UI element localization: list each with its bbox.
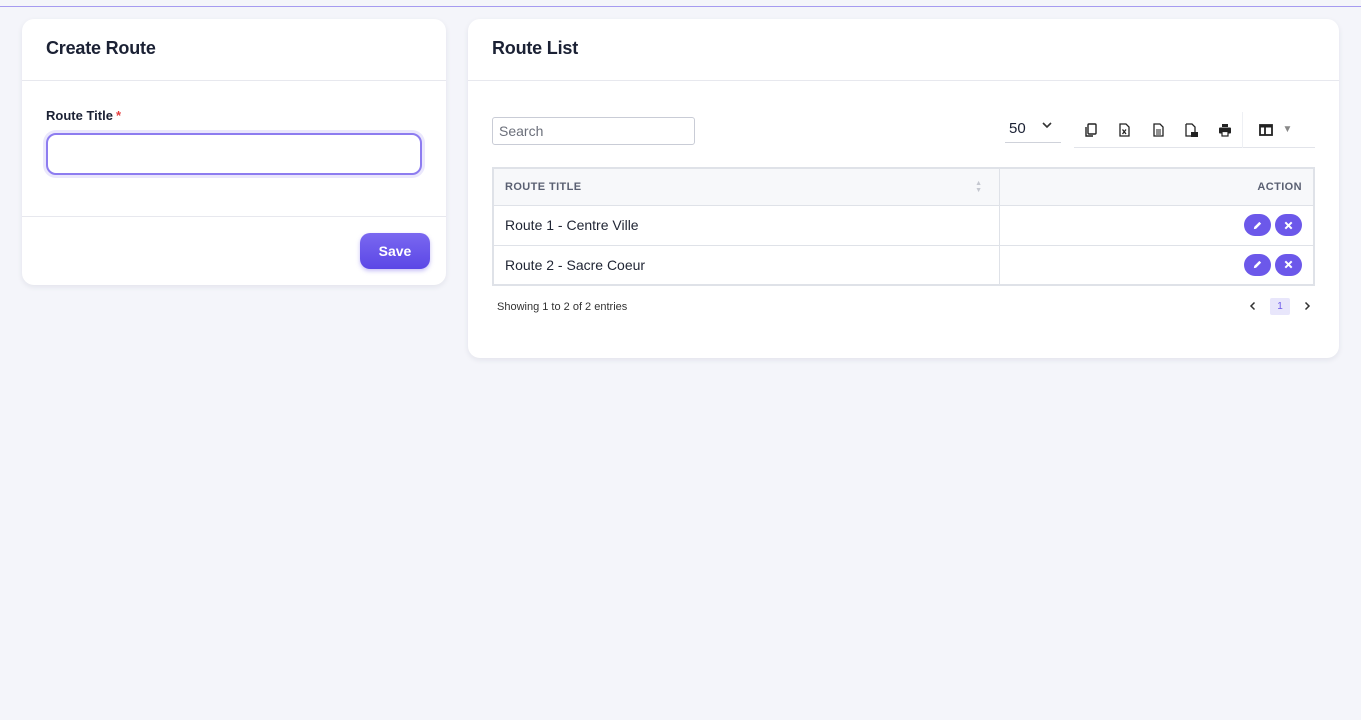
print-icon — [1218, 123, 1231, 137]
excel-button[interactable] — [1108, 112, 1142, 148]
delete-button[interactable] — [1275, 253, 1302, 276]
close-icon — [1284, 221, 1293, 229]
route-list-card: Route List 50 ▼ — [468, 19, 1339, 358]
pencil-icon — [1253, 261, 1262, 269]
chevron-left-icon — [1249, 301, 1256, 311]
edit-button[interactable] — [1244, 253, 1271, 276]
column-header-route-title[interactable]: ROUTE TITLE ▲ ▼ — [492, 167, 1000, 206]
chevron-down-icon — [1041, 119, 1053, 134]
action-cell — [998, 244, 1315, 286]
caret-down-icon: ▼ — [1282, 124, 1293, 135]
search-input[interactable] — [492, 117, 695, 145]
page-size-select[interactable]: 50 — [1005, 115, 1061, 143]
route-title-label: Route Title * — [46, 108, 121, 123]
table-header-row: ROUTE TITLE ▲ ▼ ACTION — [492, 167, 1315, 206]
export-toolbar: ▼ — [1074, 111, 1315, 148]
pagination: 1 — [1246, 297, 1314, 315]
create-route-form: Route Title * — [22, 81, 446, 217]
route-title-input[interactable] — [46, 133, 422, 175]
column-header-action: ACTION — [998, 167, 1315, 206]
edit-button[interactable] — [1244, 214, 1271, 236]
copy-icon — [1085, 122, 1097, 137]
column-visibility-button[interactable]: ▼ — [1241, 111, 1309, 148]
csv-button[interactable] — [1141, 112, 1175, 148]
action-cell — [998, 204, 1315, 246]
save-button[interactable]: Save — [360, 233, 430, 269]
create-route-header: Create Route — [22, 19, 446, 81]
table-row: Route 1 - Centre Ville — [492, 204, 1315, 246]
page-button-current[interactable]: 1 — [1270, 297, 1290, 315]
excel-icon — [1119, 122, 1130, 137]
create-route-card: Create Route Route Title * Save — [22, 19, 446, 285]
table-row: Route 2 - Sacre Coeur — [492, 244, 1315, 286]
route-title-cell: Route 2 - Sacre Coeur — [492, 244, 1000, 286]
csv-icon — [1153, 122, 1164, 137]
route-table: ROUTE TITLE ▲ ▼ ACTION Route 1 - Centre V… — [492, 167, 1315, 286]
table-info: Showing 1 to 2 of 2 entries — [497, 301, 628, 313]
create-route-title: Create Route — [46, 38, 156, 58]
copy-button[interactable] — [1074, 112, 1108, 148]
print-button[interactable] — [1208, 112, 1242, 148]
chevron-right-icon — [1304, 301, 1311, 311]
pencil-icon — [1253, 221, 1262, 229]
pdf-icon — [1185, 122, 1199, 137]
sort-icon: ▲ ▼ — [975, 180, 983, 194]
pdf-button[interactable] — [1175, 112, 1209, 148]
next-page-button[interactable] — [1300, 298, 1314, 314]
required-mark: * — [115, 108, 121, 123]
columns-icon — [1258, 123, 1273, 136]
top-divider — [0, 6, 1361, 7]
page-size-value: 50 — [1009, 120, 1026, 137]
delete-button[interactable] — [1275, 214, 1302, 236]
route-list-header: Route List — [468, 19, 1339, 81]
column-header-route-title-label: ROUTE TITLE — [505, 180, 582, 193]
route-title-cell: Route 1 - Centre Ville — [492, 204, 1000, 246]
previous-page-button[interactable] — [1246, 298, 1260, 314]
route-title-label-text: Route Title — [46, 108, 113, 123]
route-list-title: Route List — [492, 38, 578, 58]
create-route-footer: Save — [22, 217, 446, 284]
close-icon — [1284, 260, 1293, 269]
